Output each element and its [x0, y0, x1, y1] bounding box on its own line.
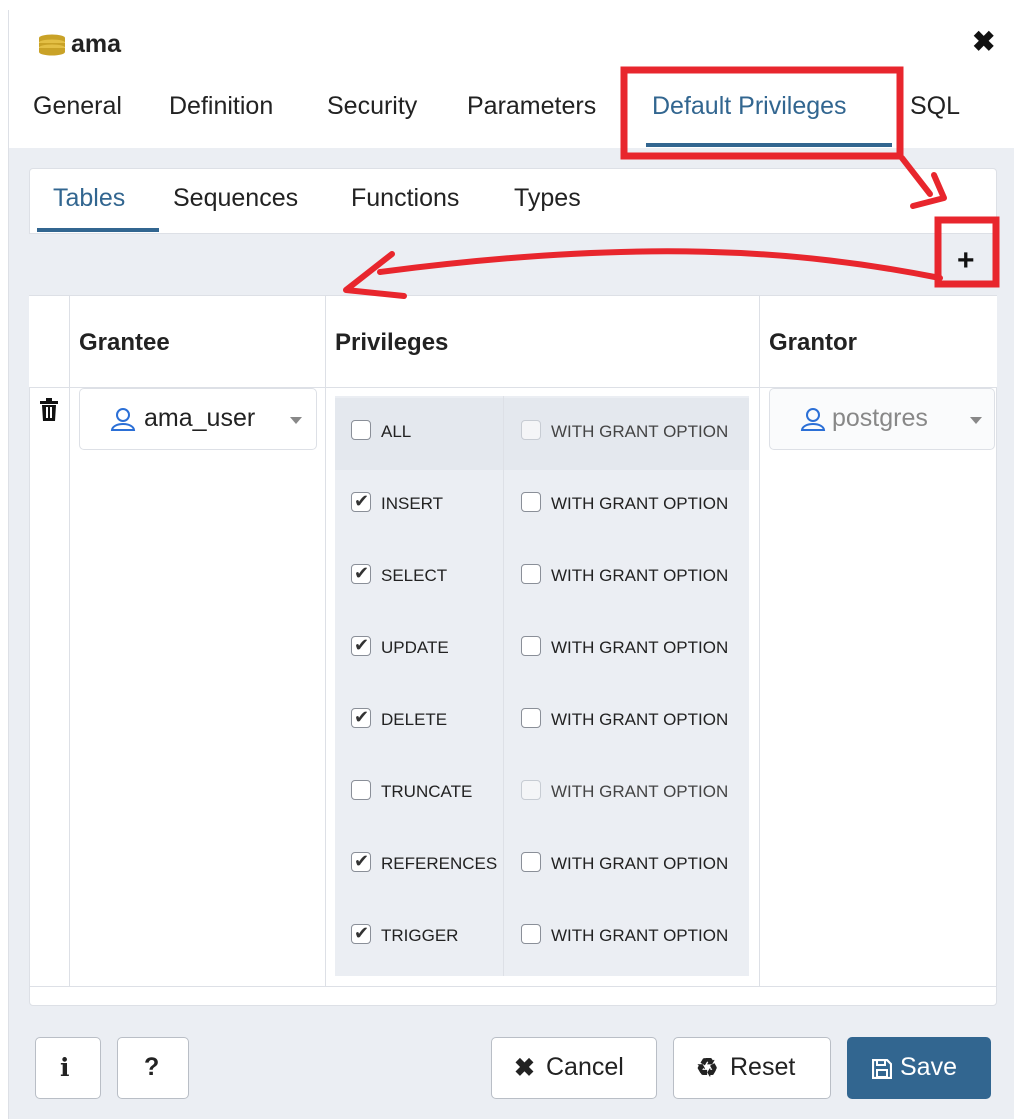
privilege-label: INSERT	[381, 494, 444, 513]
subtab-tables[interactable]: Tables	[53, 184, 125, 213]
cancel-button[interactable]: ✖ Cancel	[491, 1037, 657, 1099]
privilege-label: TRIGGER	[381, 926, 459, 945]
help-icon: ?	[144, 1053, 160, 1081]
chevron-down-icon	[970, 417, 982, 424]
grant-option-label: WITH GRANT OPTION	[551, 782, 729, 801]
cancel-label: Cancel	[546, 1053, 624, 1081]
save-label: Save	[900, 1053, 957, 1081]
tab-general[interactable]: General	[33, 92, 122, 121]
user-icon	[800, 408, 826, 431]
grid-header: Grantee Privileges Grantor	[29, 296, 997, 388]
header-grantee: Grantee	[79, 329, 170, 356]
privileges-cell	[335, 396, 749, 976]
privilege-label: SELECT	[381, 566, 448, 585]
privilege-label: DELETE	[381, 710, 448, 729]
floppy-disk-icon	[872, 1059, 892, 1079]
dialog-titlebar: ama ✖	[9, 10, 1014, 80]
grant-option-checkbox	[521, 780, 541, 800]
subtab-types[interactable]: Types	[514, 184, 581, 213]
privilege-label: TRUNCATE	[381, 782, 473, 801]
header-privileges: Privileges	[335, 329, 449, 356]
reset-button[interactable]: ♻ Reset	[673, 1037, 831, 1099]
info-icon: i	[60, 1053, 70, 1082]
close-icon: ✖	[514, 1054, 535, 1082]
top-tab-bar: General Definition Security Parameters D…	[9, 92, 1014, 148]
grid-bottom-border	[29, 986, 997, 987]
privilege-checkbox-select[interactable]: ✔	[351, 563, 371, 584]
grant-option-label: WITH GRANT OPTION	[551, 566, 729, 585]
grant-option-label: WITH GRANT OPTION	[551, 494, 729, 513]
user-icon	[110, 408, 136, 431]
tab-parameters[interactable]: Parameters	[467, 92, 596, 121]
privilege-label: REFERENCES	[381, 854, 498, 873]
info-button[interactable]: i	[35, 1037, 101, 1099]
grantee-select[interactable]: ama_user	[79, 388, 317, 450]
grant-option-checkbox[interactable]	[521, 564, 541, 584]
check-icon: ✔	[354, 635, 370, 655]
check-icon: ✔	[354, 491, 370, 511]
privilege-checkbox-all[interactable]	[351, 420, 371, 440]
subtab-sequences[interactable]: Sequences	[173, 184, 298, 213]
check-icon: ✔	[354, 707, 370, 727]
grant-option-label: WITH GRANT OPTION	[551, 638, 729, 657]
grid-toolbar: +	[29, 234, 997, 296]
subtab-functions[interactable]: Functions	[351, 184, 459, 213]
close-icon[interactable]: ✖	[972, 28, 995, 56]
grant-option-label: WITH GRANT OPTION	[551, 854, 729, 873]
privilege-checkbox-update[interactable]: ✔	[351, 635, 371, 656]
tab-security[interactable]: Security	[327, 92, 417, 121]
active-subtab-indicator	[37, 228, 159, 232]
privilege-label: UPDATE	[381, 638, 449, 657]
column-divider	[759, 296, 760, 986]
grant-option-checkbox[interactable]	[521, 924, 541, 944]
save-button[interactable]: Save	[847, 1037, 991, 1099]
reset-label: Reset	[730, 1053, 796, 1081]
trash-icon[interactable]	[39, 398, 59, 422]
grant-option-label: WITH GRANT OPTION	[551, 710, 729, 729]
check-icon: ✔	[354, 923, 370, 943]
privileges-column-divider	[503, 396, 504, 976]
tab-sql[interactable]: SQL	[910, 92, 960, 121]
dialog-footer: i ? ✖ Cancel ♻ Reset Save	[9, 1018, 1014, 1119]
grant-option-checkbox[interactable]	[521, 852, 541, 872]
grant-option-label: WITH GRANT OPTION	[551, 926, 729, 945]
column-divider	[69, 296, 70, 986]
grant-option-checkbox[interactable]	[521, 492, 541, 512]
dialog: ama ✖ General Definition Security Parame…	[8, 10, 1014, 1119]
check-icon: ✔	[354, 851, 370, 871]
dialog-title: ama	[71, 30, 122, 58]
sub-tab-bar: Tables Sequences Functions Types	[29, 168, 997, 234]
plus-icon[interactable]: +	[957, 246, 975, 276]
database-icon	[39, 34, 65, 56]
grantor-value: postgres	[832, 404, 928, 432]
grant-option-checkbox	[521, 420, 541, 440]
chevron-down-icon	[290, 417, 302, 424]
privilege-checkbox-trigger[interactable]: ✔	[351, 923, 371, 944]
column-divider	[325, 296, 326, 986]
grant-option-checkbox[interactable]	[521, 708, 541, 728]
privilege-checkbox-delete[interactable]: ✔	[351, 707, 371, 728]
help-button[interactable]: ?	[117, 1037, 189, 1099]
tab-default-privileges[interactable]: Default Privileges	[652, 92, 847, 121]
header-grantor: Grantor	[769, 329, 858, 356]
grantor-select[interactable]: postgres	[769, 388, 995, 450]
privilege-checkbox-truncate[interactable]	[351, 780, 371, 800]
privilege-checkbox-insert[interactable]: ✔	[351, 491, 371, 512]
grant-option-checkbox[interactable]	[521, 636, 541, 656]
active-tab-indicator	[646, 143, 892, 147]
recycle-icon: ♻	[696, 1054, 719, 1082]
check-icon: ✔	[354, 563, 370, 583]
privilege-label: ALL	[381, 422, 412, 441]
privilege-checkbox-references[interactable]: ✔	[351, 851, 371, 872]
grant-option-label: WITH GRANT OPTION	[551, 422, 729, 441]
grantee-value: ama_user	[144, 404, 256, 432]
tab-definition[interactable]: Definition	[169, 92, 273, 121]
